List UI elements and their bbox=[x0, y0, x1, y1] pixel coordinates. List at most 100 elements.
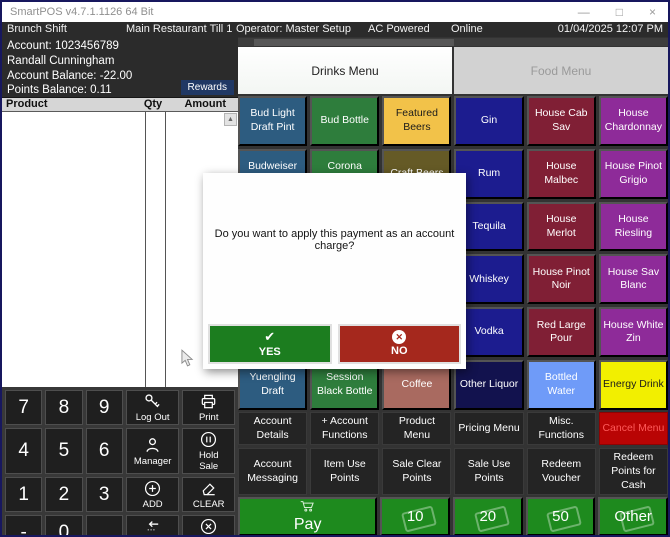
sale-use-points-button[interactable]: Sale Use Points bbox=[454, 448, 523, 495]
redeem-voucher-button[interactable]: Redeem Voucher bbox=[527, 448, 596, 495]
numpad-key[interactable]: 4 bbox=[5, 428, 42, 474]
numpad-key[interactable]: 5 bbox=[45, 428, 82, 474]
plus-icon bbox=[143, 479, 162, 498]
clear-button[interactable]: CLEAR bbox=[182, 477, 235, 512]
quick-pay-50-button[interactable]: 50 bbox=[526, 497, 596, 536]
printer-icon bbox=[199, 392, 218, 411]
redeem-points-cash-button[interactable]: Redeem Points for Cash bbox=[599, 448, 668, 495]
key-icon bbox=[143, 392, 162, 411]
cancel-button[interactable]: CANCEL bbox=[182, 515, 235, 537]
power-status: AC Powered bbox=[368, 23, 430, 35]
close-icon[interactable]: × bbox=[649, 5, 656, 19]
item-use-points-button[interactable]: Item Use Points bbox=[310, 448, 379, 495]
menu-item[interactable]: Red Large Pour bbox=[527, 307, 596, 357]
strip-segment bbox=[254, 39, 454, 46]
eraser-icon bbox=[199, 479, 218, 498]
tab-food-menu[interactable]: Food Menu bbox=[454, 47, 668, 94]
cart-icon bbox=[300, 500, 316, 516]
account-number: Account: 1023456789 bbox=[7, 39, 238, 54]
return-button[interactable]: RETURN bbox=[126, 515, 180, 537]
menu-item[interactable]: Bud Bottle bbox=[310, 96, 379, 146]
menu-item[interactable]: House White Zin bbox=[599, 307, 668, 357]
account-info: Account: 1023456789 Randall Cunningham A… bbox=[2, 37, 238, 97]
account-messaging-button[interactable]: Account Messaging bbox=[238, 448, 307, 495]
menu-item[interactable]: Bud Light Draft Pint bbox=[238, 96, 307, 146]
numpad-key[interactable]: 0 bbox=[45, 515, 82, 537]
status-bar: Brunch Shift Main Restaurant Till 1 Oper… bbox=[2, 22, 668, 37]
menu-item[interactable]: House Riesling bbox=[599, 202, 668, 252]
misc-functions-button[interactable]: Misc. Functions bbox=[527, 412, 596, 445]
rewards-button[interactable]: Rewards bbox=[181, 80, 234, 95]
numpad-key[interactable]: 6 bbox=[86, 428, 123, 474]
print-button[interactable]: Print bbox=[182, 390, 235, 425]
numpad-key[interactable]: 3 bbox=[86, 477, 123, 512]
column-header-amount: Amount bbox=[184, 98, 226, 110]
numpad-key[interactable]: - bbox=[5, 515, 42, 537]
menu-item[interactable]: House Pinot Grigio bbox=[599, 149, 668, 199]
payment-row: Pay 10 20 50 Other bbox=[238, 497, 668, 534]
numpad-key[interactable]: 1 bbox=[5, 477, 42, 512]
numpad-key[interactable]: 2 bbox=[45, 477, 82, 512]
confirm-dialog: Do you want to apply this payment as an … bbox=[203, 173, 466, 369]
window-title: SmartPOS v4.7.1.1126 64 Bit bbox=[10, 6, 153, 18]
maximize-icon[interactable]: □ bbox=[616, 5, 623, 19]
pricing-menu-button[interactable]: Pricing Menu bbox=[454, 412, 523, 445]
yes-button[interactable]: ✔ YES bbox=[208, 324, 332, 364]
logout-button[interactable]: Log Out bbox=[126, 390, 180, 425]
column-divider bbox=[165, 112, 166, 387]
manager-button[interactable]: Manager bbox=[126, 428, 180, 474]
numpad-key[interactable]: . bbox=[86, 515, 123, 537]
account-functions-button[interactable]: + Account Functions bbox=[310, 412, 379, 445]
menu-item[interactable]: House Merlot bbox=[527, 202, 596, 252]
menu-item[interactable]: House Cab Sav bbox=[527, 96, 596, 146]
menu-tabs: Drinks Menu Food Menu bbox=[238, 47, 668, 94]
menu-item[interactable]: Energy Drink bbox=[599, 360, 668, 410]
function-grid: Account Details + Account Functions Prod… bbox=[238, 412, 668, 495]
column-divider bbox=[145, 112, 146, 387]
top-strip bbox=[238, 38, 668, 46]
column-header-product: Product bbox=[6, 98, 48, 110]
column-header-qty: Qty bbox=[138, 98, 168, 110]
check-icon: ✔ bbox=[264, 330, 275, 344]
account-name: Randall Cunningham bbox=[7, 54, 238, 69]
no-button[interactable]: ✕ NO bbox=[338, 324, 462, 364]
dialog-message: Do you want to apply this payment as an … bbox=[211, 228, 458, 252]
scroll-up-icon[interactable]: ▲ bbox=[224, 113, 237, 126]
quick-pay-20-button[interactable]: 20 bbox=[453, 497, 523, 536]
numpad-key[interactable]: 7 bbox=[5, 390, 42, 425]
pay-button[interactable]: Pay bbox=[238, 497, 377, 536]
menu-item[interactable]: Bottled Water bbox=[527, 360, 596, 410]
minimize-icon[interactable]: — bbox=[578, 5, 590, 19]
tab-drinks-menu[interactable]: Drinks Menu bbox=[238, 47, 452, 94]
receipt-header: Product Qty Amount bbox=[2, 97, 238, 112]
menu-item[interactable]: Gin bbox=[454, 96, 523, 146]
title-bar: SmartPOS v4.7.1.1126 64 Bit — □ × bbox=[2, 2, 668, 22]
return-icon bbox=[143, 517, 162, 536]
menu-item[interactable]: House Sav Blanc bbox=[599, 254, 668, 304]
product-menu-button[interactable]: Product Menu bbox=[382, 412, 451, 445]
add-button[interactable]: ADD bbox=[126, 477, 180, 512]
menu-item[interactable]: House Pinot Noir bbox=[527, 254, 596, 304]
cancel-icon bbox=[199, 517, 218, 536]
connection-status: Online bbox=[451, 23, 483, 35]
operator-label: Operator: Master Setup bbox=[236, 23, 351, 35]
app-window: SmartPOS v4.7.1.1126 64 Bit — □ × Brunch… bbox=[0, 0, 670, 537]
pause-icon bbox=[199, 430, 218, 449]
hold-sale-button[interactable]: Hold Sale bbox=[182, 428, 235, 474]
numpad-key[interactable]: 9 bbox=[86, 390, 123, 425]
cancel-menu-button[interactable]: Cancel Menu bbox=[599, 412, 668, 445]
till-label: Main Restaurant Till 1 bbox=[126, 23, 232, 35]
person-icon bbox=[143, 436, 162, 455]
menu-item[interactable]: House Chardonnay bbox=[599, 96, 668, 146]
menu-item[interactable]: Featured Beers bbox=[382, 96, 451, 146]
sale-clear-points-button[interactable]: Sale Clear Points bbox=[382, 448, 451, 495]
quick-pay-other-button[interactable]: Other bbox=[598, 497, 668, 536]
shift-label: Brunch Shift bbox=[7, 23, 67, 35]
quick-pay-10-button[interactable]: 10 bbox=[380, 497, 450, 536]
numpad-key[interactable]: 8 bbox=[45, 390, 82, 425]
circle-x-icon: ✕ bbox=[392, 330, 406, 344]
menu-item[interactable]: House Malbec bbox=[527, 149, 596, 199]
account-details-button[interactable]: Account Details bbox=[238, 412, 307, 445]
datetime-label: 01/04/2025 12:07 PM bbox=[558, 23, 663, 35]
numpad: 7 8 9 Log Out Print 4 5 bbox=[2, 387, 238, 535]
